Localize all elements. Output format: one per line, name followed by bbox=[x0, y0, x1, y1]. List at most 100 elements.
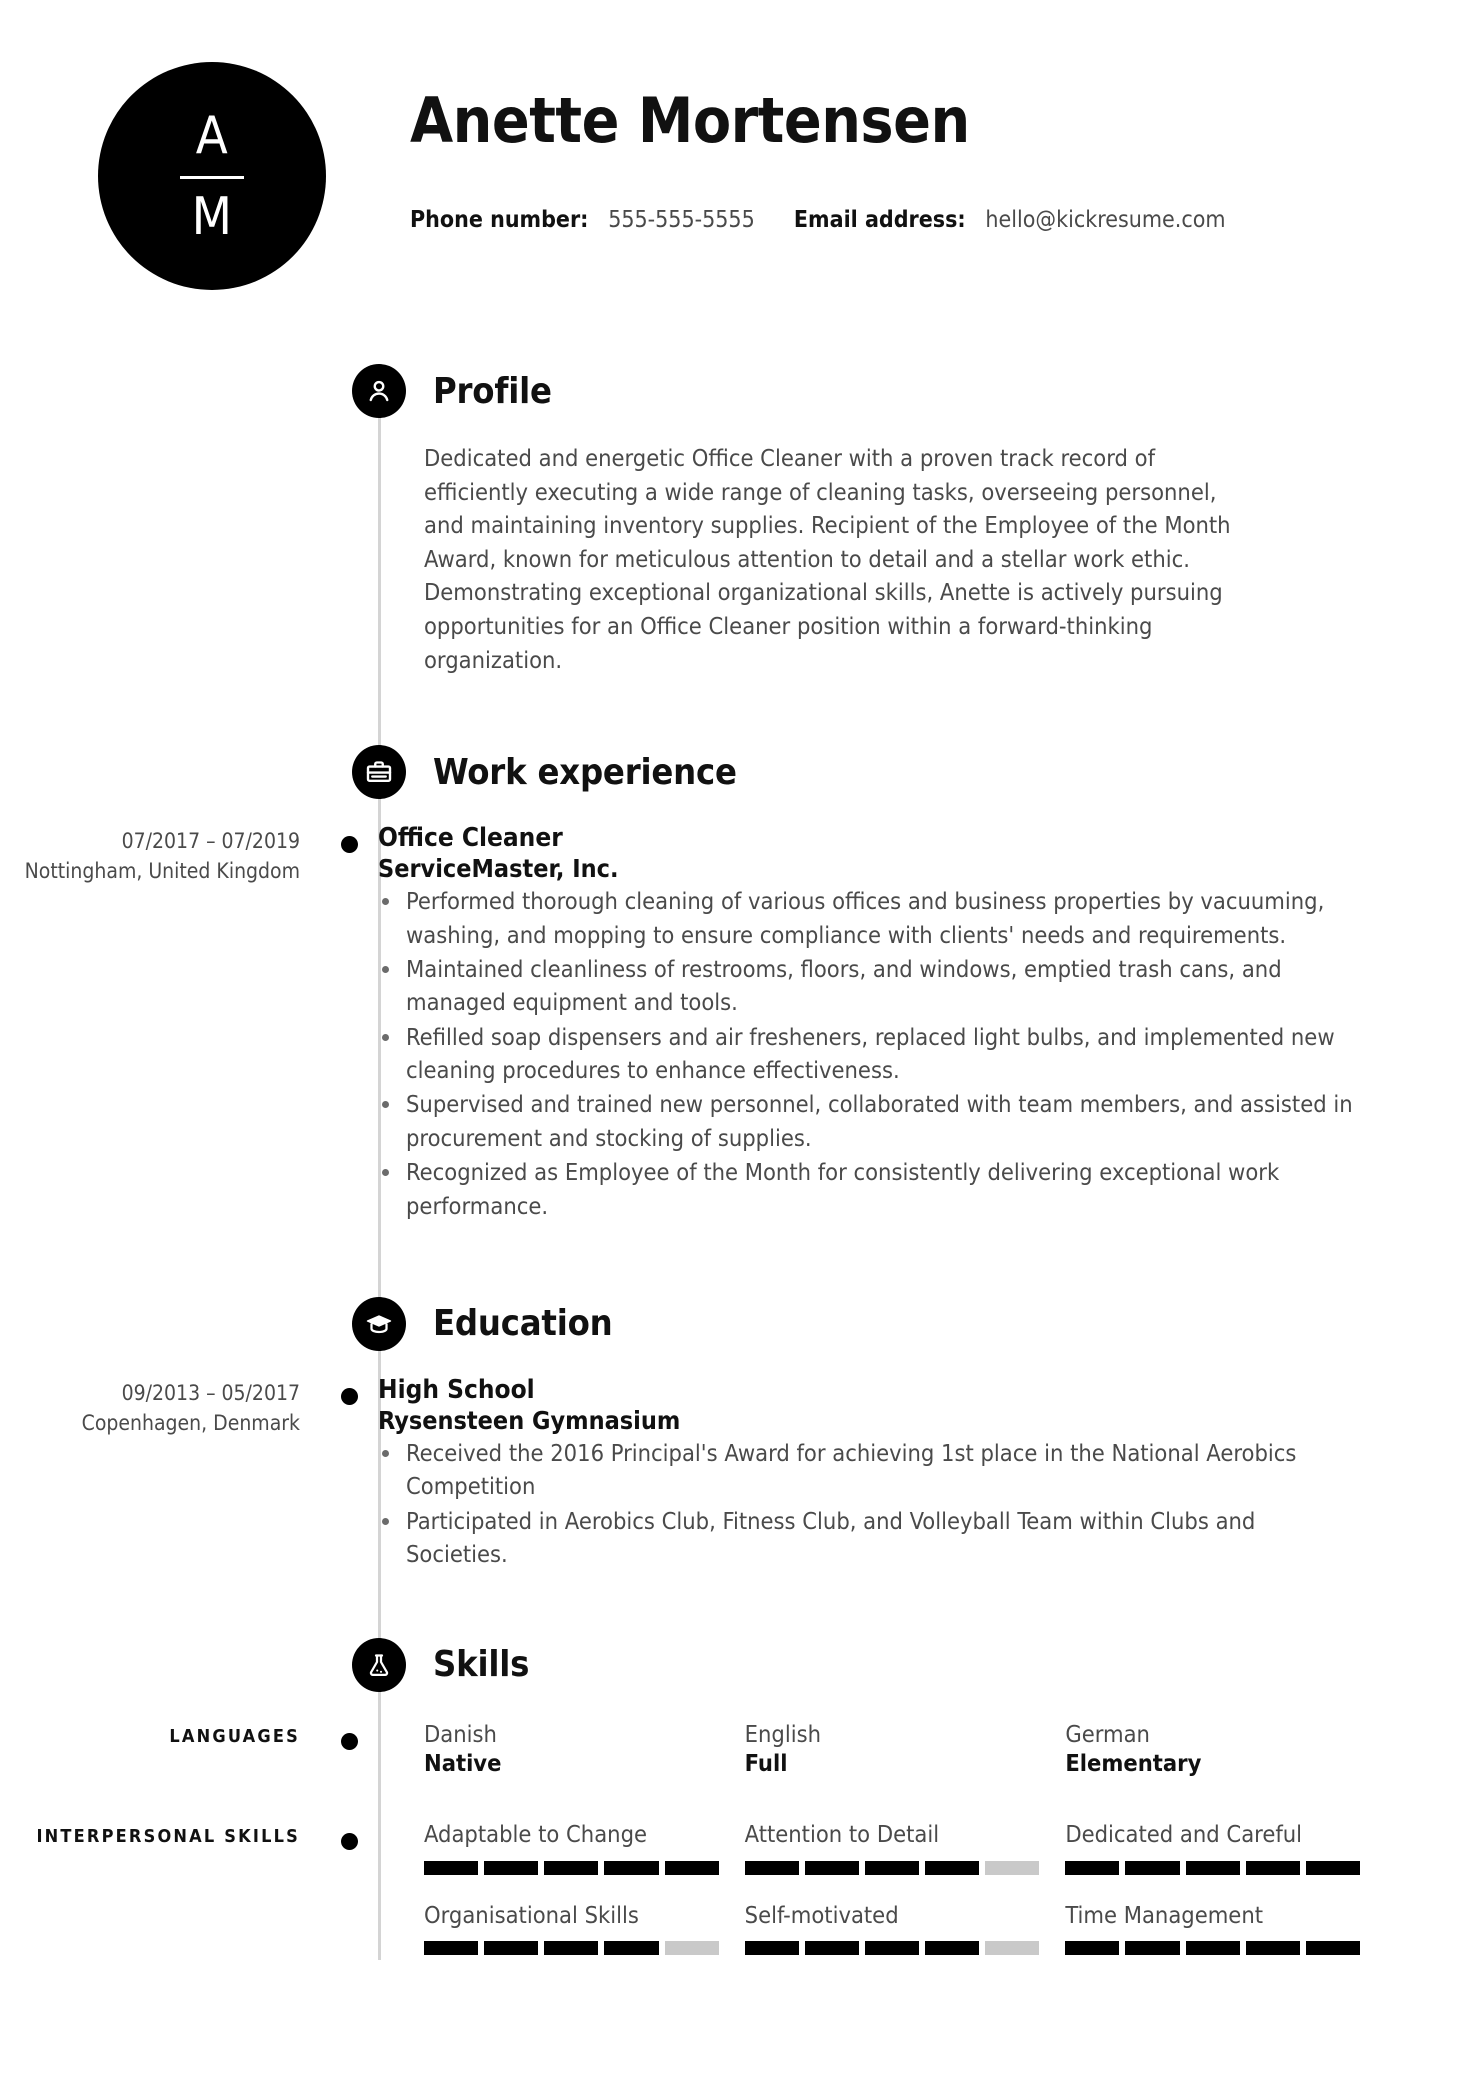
skill-rating-bar bbox=[424, 1860, 719, 1875]
profile-title: Profile bbox=[433, 370, 552, 412]
languages-grid: Danish Native English Full German Elementary bbox=[378, 1720, 1468, 1779]
rating-segment bbox=[804, 1941, 859, 1956]
resume-body: Profile Dedicated and energetic Office C… bbox=[0, 290, 1468, 1956]
profile-body-col: Dedicated and energetic Office Cleaner w… bbox=[378, 440, 1468, 677]
flask-icon bbox=[352, 1637, 406, 1692]
bullet-item: Received the 2016 Principal's Award for … bbox=[378, 1437, 1360, 1504]
education-organisation: Rysensteen Gymnasium bbox=[378, 1405, 681, 1435]
interpersonal-skill-item: Dedicated and Careful bbox=[1065, 1820, 1360, 1875]
bullet-item: Supervised and trained new personnel, co… bbox=[378, 1088, 1360, 1155]
work-body-col: Office Cleaner ServiceMaster, Inc. Perfo… bbox=[378, 823, 1468, 1223]
rating-segment bbox=[424, 1941, 479, 1956]
person-icon bbox=[352, 364, 406, 418]
work-entry: 07/2017 – 07/2019 Nottingham, United Kin… bbox=[0, 823, 1468, 1223]
rating-segment bbox=[1125, 1941, 1180, 1956]
skill-name: Attention to Detail bbox=[744, 1820, 940, 1849]
bullet-item: Maintained cleanliness of restrooms, flo… bbox=[378, 953, 1360, 1020]
rating-segment bbox=[424, 1860, 479, 1875]
interpersonal-skills-block: INTERPERSONAL SKILLS Adaptable to Change… bbox=[0, 1820, 1468, 1956]
bullet-item: Recognized as Employee of the Month for … bbox=[378, 1156, 1360, 1223]
rating-segment bbox=[985, 1941, 1040, 1956]
rating-segment bbox=[664, 1941, 719, 1956]
resume-page: A M Anette Mortensen Phone number: 555-5… bbox=[0, 0, 1468, 2076]
language-level: Native bbox=[424, 1748, 502, 1777]
skills-heading-row: Skills bbox=[0, 1636, 1468, 1694]
education-body-col: High School Rysensteen Gymnasium Receive… bbox=[378, 1375, 1468, 1572]
interpersonal-skill-item: Organisational Skills bbox=[424, 1900, 719, 1956]
interpersonal-skill-item: Self-motivated bbox=[744, 1900, 1040, 1956]
interpersonal-skills-grid: Adaptable to Change Attention to Detail De… bbox=[378, 1820, 1468, 1956]
skill-rating-bar bbox=[744, 1941, 1040, 1956]
section-skills: Skills LANGUAGES Danish Native English Full… bbox=[0, 1636, 1468, 1956]
language-level: Full bbox=[744, 1748, 788, 1777]
skill-name: Dedicated and Careful bbox=[1065, 1820, 1303, 1849]
rating-segment bbox=[1245, 1941, 1300, 1956]
monogram-last-initial: M bbox=[191, 186, 233, 247]
graduation-cap-icon bbox=[352, 1296, 406, 1351]
rating-segment bbox=[925, 1860, 980, 1875]
work-organisation: ServiceMaster, Inc. bbox=[378, 853, 619, 883]
page-title: Anette Mortensen bbox=[410, 84, 970, 157]
interpersonal-skills-label: INTERPERSONAL SKILLS bbox=[36, 1826, 300, 1848]
skill-rating-bar bbox=[424, 1941, 719, 1956]
interpersonal-skill-item: Attention to Detail bbox=[744, 1820, 1040, 1875]
briefcase-icon bbox=[352, 745, 406, 800]
education-date: 09/2013 – 05/2017 bbox=[121, 1380, 300, 1405]
language-item: English Full bbox=[745, 1720, 1040, 1779]
phone-value: 555-555-5555 bbox=[608, 207, 755, 234]
email-value: hello@kickresume.com bbox=[985, 207, 1226, 234]
skill-name: Adaptable to Change bbox=[424, 1820, 648, 1849]
contact-line: Phone number: 555-555-5555 Email address… bbox=[410, 207, 1226, 233]
education-bullet-list: Received the 2016 Principal's Award for … bbox=[378, 1437, 1360, 1571]
rating-segment bbox=[1065, 1860, 1120, 1875]
language-item: German Elementary bbox=[1065, 1720, 1360, 1779]
work-meta-col: 07/2017 – 07/2019 Nottingham, United Kin… bbox=[0, 823, 340, 1223]
timeline-dot bbox=[341, 1833, 358, 1851]
timeline-dot bbox=[341, 1732, 358, 1750]
languages-label: LANGUAGES bbox=[169, 1725, 300, 1747]
education-location: Copenhagen, Denmark bbox=[81, 1410, 300, 1435]
profile-dot-col bbox=[340, 440, 378, 677]
work-location: Nottingham, United Kingdom bbox=[24, 858, 300, 883]
rating-segment bbox=[864, 1860, 920, 1875]
rating-segment bbox=[604, 1860, 659, 1875]
work-job-title: Office Cleaner bbox=[378, 823, 563, 854]
skills-title: Skills bbox=[433, 1644, 530, 1686]
language-name: Danish bbox=[424, 1719, 497, 1748]
rating-segment bbox=[484, 1860, 539, 1875]
bullet-item: Performed thorough cleaning of various o… bbox=[378, 885, 1360, 952]
languages-dot-col bbox=[340, 1720, 378, 1779]
rating-segment bbox=[1125, 1860, 1180, 1875]
skill-name: Self-motivated bbox=[744, 1900, 899, 1929]
rating-segment bbox=[744, 1860, 799, 1875]
skill-rating-bar bbox=[1065, 1860, 1360, 1875]
work-title: Work experience bbox=[433, 751, 737, 793]
bullet-item: Refilled soap dispensers and air freshen… bbox=[378, 1021, 1360, 1088]
rating-segment bbox=[864, 1941, 920, 1956]
education-degree: High School bbox=[378, 1374, 535, 1405]
rating-segment bbox=[1185, 1941, 1240, 1956]
language-item: Danish Native bbox=[424, 1720, 719, 1779]
language-name: English bbox=[744, 1719, 822, 1748]
interpersonal-skill-item: Adaptable to Change bbox=[424, 1820, 719, 1875]
monogram-avatar: A M bbox=[98, 62, 326, 290]
timeline-dot bbox=[341, 836, 358, 854]
education-dot-col bbox=[340, 1375, 378, 1572]
rating-segment bbox=[925, 1941, 980, 1956]
rating-segment bbox=[744, 1941, 799, 1956]
language-level: Elementary bbox=[1065, 1748, 1202, 1777]
work-dot-col bbox=[340, 823, 378, 1223]
work-bullet-list: Performed thorough cleaning of various o… bbox=[378, 885, 1360, 1223]
section-education: Education 09/2013 – 05/2017 Copenhagen, … bbox=[0, 1295, 1468, 1572]
skill-name: Organisational Skills bbox=[424, 1900, 639, 1929]
work-heading-row: Work experience bbox=[0, 743, 1468, 801]
rating-segment bbox=[664, 1860, 719, 1875]
bullet-item: Participated in Aerobics Club, Fitness C… bbox=[378, 1505, 1360, 1572]
rating-segment bbox=[1305, 1860, 1360, 1875]
email-label: Email address: bbox=[793, 207, 966, 234]
interpersonal-dot-col bbox=[340, 1820, 378, 1955]
header-text-block: Anette Mortensen Phone number: 555-555-5… bbox=[326, 62, 1226, 233]
skill-rating-bar bbox=[1065, 1941, 1360, 1956]
rating-segment bbox=[544, 1860, 599, 1875]
timeline-dot bbox=[341, 1387, 358, 1405]
